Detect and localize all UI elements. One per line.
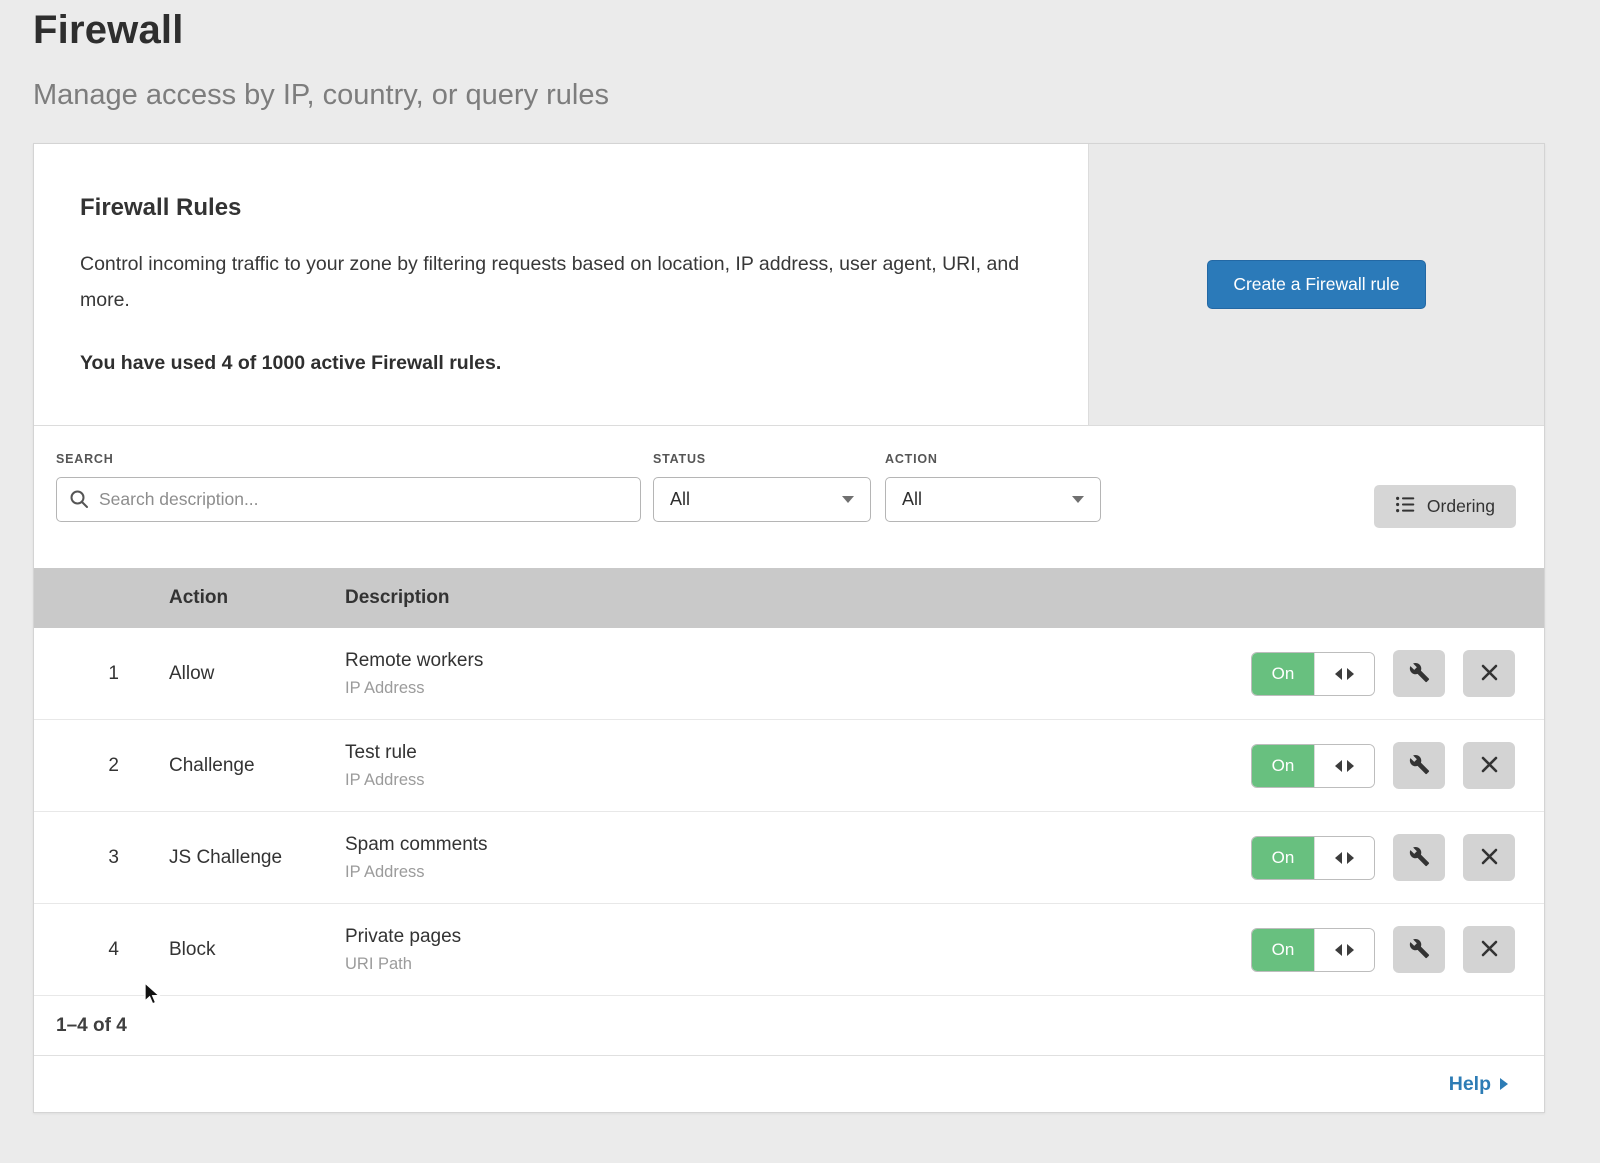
wrench-icon [1409, 938, 1430, 962]
table-row: 2 Challenge Test rule IP Address On [34, 720, 1544, 812]
status-select-value: All [670, 489, 690, 510]
wrench-icon [1409, 754, 1430, 778]
help-link-label: Help [1449, 1073, 1491, 1096]
toggle-on-label: On [1252, 653, 1314, 695]
rule-action: Challenge [169, 755, 345, 777]
toggle-on-label: On [1252, 929, 1314, 971]
pagination-status: 1–4 of 4 [34, 996, 1544, 1056]
firewall-rules-card: Firewall Rules Control incoming traffic … [33, 143, 1545, 1113]
rule-priority: 2 [34, 755, 119, 777]
table-row: 3 JS Challenge Spam comments IP Address … [34, 812, 1544, 904]
close-icon [1480, 847, 1499, 869]
column-description: Description [345, 587, 1544, 609]
rule-action: Allow [169, 663, 345, 685]
ordering-list-icon [1395, 494, 1416, 520]
rule-controls: On [1251, 742, 1544, 789]
rule-enabled-toggle[interactable]: On [1251, 928, 1375, 972]
action-select-value: All [902, 489, 922, 510]
rules-description: Control incoming traffic to your zone by… [80, 246, 1025, 318]
search-icon [69, 489, 89, 509]
toggle-on-label: On [1252, 745, 1314, 787]
rules-usage-note: You have used 4 of 1000 active Firewall … [80, 352, 1048, 375]
toggle-arrows-icon [1314, 745, 1374, 787]
rule-controls: On [1251, 834, 1544, 881]
rule-priority: 3 [34, 847, 119, 869]
rule-controls: On [1251, 650, 1544, 697]
status-filter-group: STATUS All [653, 452, 871, 522]
rules-info-section: Firewall Rules Control incoming traffic … [34, 144, 1544, 426]
rule-description-cell: Spam comments IP Address [345, 834, 1251, 882]
edit-rule-button[interactable] [1393, 650, 1445, 697]
rule-title: Test rule [345, 742, 1251, 764]
toggle-arrows-icon [1314, 837, 1374, 879]
toggle-on-label: On [1252, 837, 1314, 879]
status-label: STATUS [653, 452, 871, 466]
table-row: 4 Block Private pages URI Path On [34, 904, 1544, 996]
toggle-arrows-icon [1314, 929, 1374, 971]
search-filter-group: SEARCH [56, 452, 641, 522]
edit-rule-button[interactable] [1393, 926, 1445, 973]
rule-title: Spam comments [345, 834, 1251, 856]
rule-description-cell: Remote workers IP Address [345, 650, 1251, 698]
table-header: Action Description [34, 568, 1544, 628]
rules-heading: Firewall Rules [80, 194, 1048, 222]
page-header: Firewall Manage access by IP, country, o… [33, 8, 609, 112]
create-firewall-rule-button[interactable]: Create a Firewall rule [1207, 260, 1425, 309]
status-select[interactable]: All [653, 477, 871, 522]
rule-controls: On [1251, 926, 1544, 973]
delete-rule-button[interactable] [1463, 834, 1515, 881]
page-subtitle: Manage access by IP, country, or query r… [33, 79, 609, 112]
wrench-icon [1409, 662, 1430, 686]
ordering-button[interactable]: Ordering [1374, 485, 1516, 528]
rule-title: Remote workers [345, 650, 1251, 672]
chevron-down-icon [842, 496, 854, 503]
search-input[interactable] [56, 477, 641, 522]
rule-enabled-toggle[interactable]: On [1251, 744, 1375, 788]
rule-action: Block [169, 939, 345, 961]
delete-rule-button[interactable] [1463, 742, 1515, 789]
arrow-right-icon [1500, 1078, 1508, 1090]
rules-action-panel: Create a Firewall rule [1088, 144, 1544, 425]
close-icon [1480, 663, 1499, 685]
rule-title: Private pages [345, 926, 1251, 948]
page-title: Firewall [33, 8, 609, 53]
close-icon [1480, 755, 1499, 777]
rule-match-type: IP Address [345, 679, 1251, 698]
action-filter-group: ACTION All [885, 452, 1101, 522]
chevron-down-icon [1072, 496, 1084, 503]
rule-priority: 4 [34, 939, 119, 961]
ordering-button-label: Ordering [1427, 496, 1495, 517]
column-action: Action [169, 587, 345, 609]
rule-match-type: IP Address [345, 863, 1251, 882]
help-link[interactable]: Help [1449, 1073, 1508, 1096]
firewall-page: Firewall Manage access by IP, country, o… [0, 0, 1600, 1163]
delete-rule-button[interactable] [1463, 926, 1515, 973]
delete-rule-button[interactable] [1463, 650, 1515, 697]
toggle-arrows-icon [1314, 653, 1374, 695]
wrench-icon [1409, 846, 1430, 870]
edit-rule-button[interactable] [1393, 834, 1445, 881]
rule-description-cell: Test rule IP Address [345, 742, 1251, 790]
rule-match-type: IP Address [345, 771, 1251, 790]
card-footer: Help [34, 1056, 1544, 1112]
rule-description-cell: Private pages URI Path [345, 926, 1251, 974]
rules-info-text: Firewall Rules Control incoming traffic … [34, 144, 1088, 425]
action-select[interactable]: All [885, 477, 1101, 522]
rule-enabled-toggle[interactable]: On [1251, 652, 1375, 696]
rule-enabled-toggle[interactable]: On [1251, 836, 1375, 880]
rule-match-type: URI Path [345, 955, 1251, 974]
rule-action: JS Challenge [169, 847, 345, 869]
filters-bar: SEARCH STATUS All [34, 426, 1544, 568]
rule-priority: 1 [34, 663, 119, 685]
search-label: SEARCH [56, 452, 641, 466]
close-icon [1480, 939, 1499, 961]
table-row: 1 Allow Remote workers IP Address On [34, 628, 1544, 720]
edit-rule-button[interactable] [1393, 742, 1445, 789]
action-label: ACTION [885, 452, 1101, 466]
